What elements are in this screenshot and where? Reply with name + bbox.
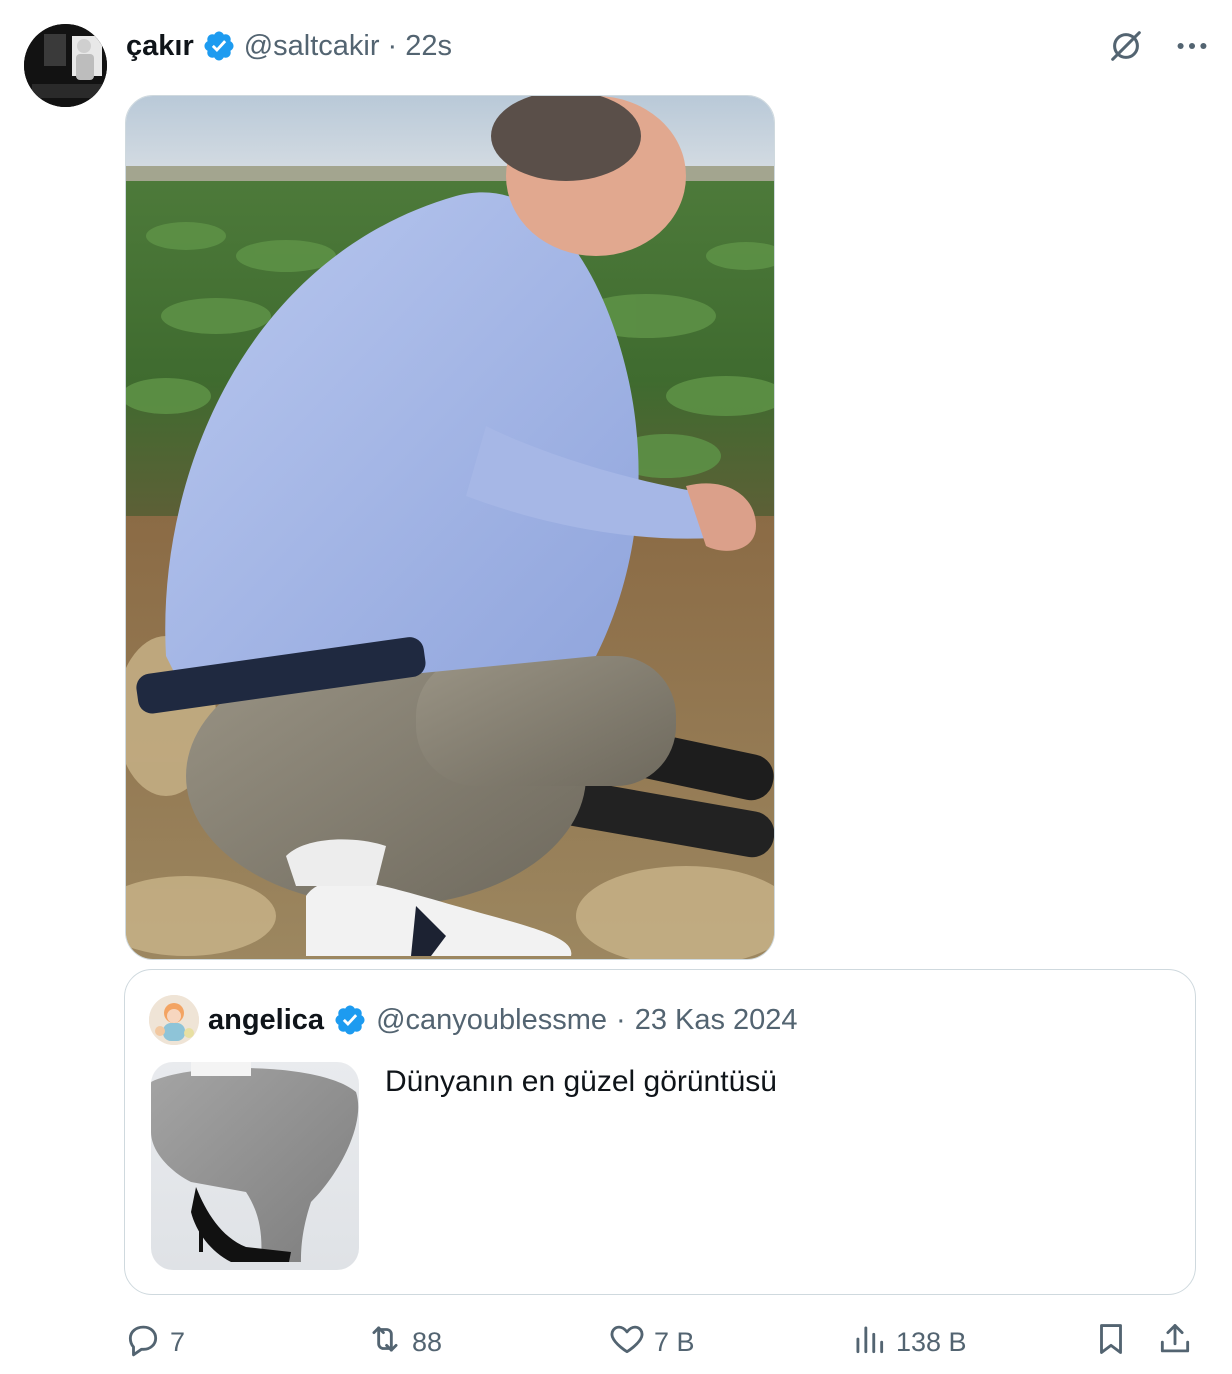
top-actions [1106,26,1212,66]
views-chart-icon [850,1320,888,1365]
share-icon [1156,1320,1194,1365]
quoted-tweet-text: Dünyanın en güzel görüntüsü [385,1065,777,1098]
quoted-date[interactable]: 23 Kas 2024 [635,1004,798,1037]
quoted-tweet-header: angelica @canyoublessme · 23 Kas 2024 [149,995,798,1045]
separator-dot: · [387,29,398,62]
bookmark-button[interactable] [1092,1318,1130,1366]
repost-icon [366,1320,404,1365]
grok-icon[interactable] [1106,26,1146,66]
author-avatar[interactable] [24,24,107,107]
reply-count: 7 [170,1326,186,1357]
quoted-display-name[interactable]: angelica [208,1004,324,1037]
heart-icon [608,1320,646,1365]
share-button[interactable] [1156,1318,1194,1366]
views-count: 138 B [896,1326,967,1357]
like-button[interactable]: 7 B [608,1318,695,1366]
tweet-media-photo[interactable] [125,95,775,960]
tweet-timestamp[interactable]: 22s [405,30,452,63]
quoted-handle[interactable]: @canyoublessme [376,1004,607,1037]
quoted-author-avatar[interactable] [149,995,199,1045]
tweet-header: çakır @saltcakir · 22s [126,26,452,66]
tweet-action-bar: 7 88 7 B 138 B [124,1318,1196,1366]
author-handle[interactable]: @saltcakir [244,30,380,63]
views-button[interactable]: 138 B [850,1318,967,1366]
bookmark-icon [1092,1320,1130,1365]
author-display-name[interactable]: çakır [126,30,194,63]
verified-badge-icon[interactable] [202,29,236,63]
quoted-tweet-card[interactable]: angelica @canyoublessme · 23 Kas 2024 Dü… [124,969,1196,1295]
tweet: çakır @saltcakir · 22s angelica @canyoub… [0,0,1232,1374]
repost-button[interactable]: 88 [366,1318,442,1366]
quoted-verified-badge-icon[interactable] [333,1003,367,1037]
reply-icon [124,1320,162,1365]
like-count: 7 B [654,1326,695,1357]
quoted-tweet-media-photo[interactable] [151,1062,359,1270]
more-icon[interactable] [1172,26,1212,66]
reply-button[interactable]: 7 [124,1318,185,1366]
quoted-separator-dot: · [616,1003,626,1036]
repost-count: 88 [412,1326,443,1357]
